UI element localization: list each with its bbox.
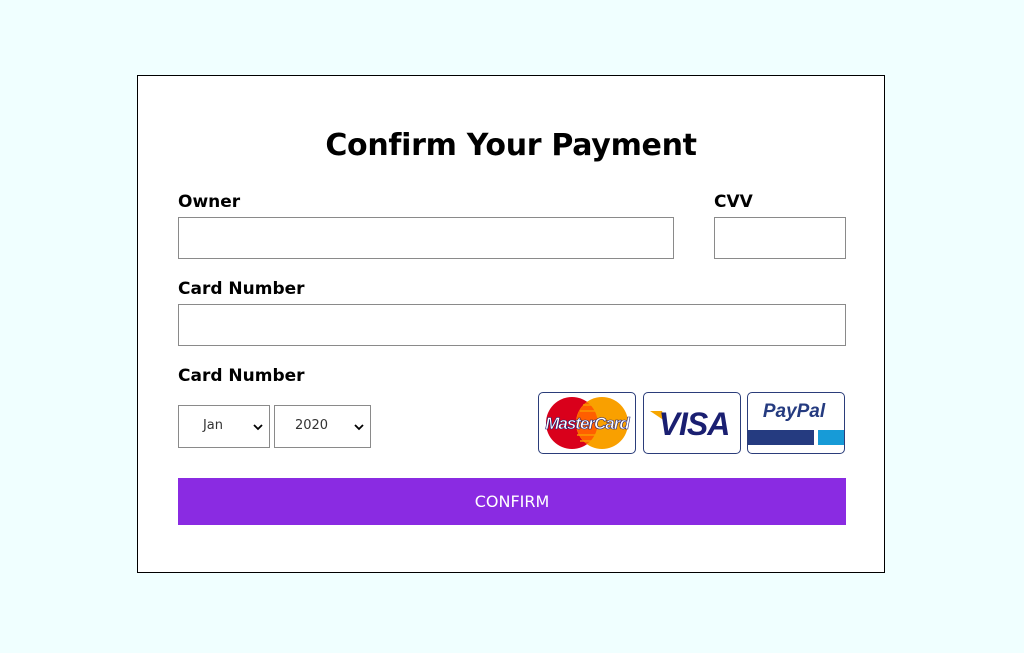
mastercard-logo-text: MasterCard [545,414,630,433]
payment-card: Confirm Your Payment Owner CVV Card Numb… [137,75,885,573]
month-select[interactable]: Jan [178,405,270,448]
year-select[interactable]: 2020 [274,405,371,448]
paypal-logo-icon: PayPal [747,392,845,454]
cvv-input[interactable] [714,217,846,259]
paypal-logo-text: PayPal [763,401,826,422]
page-title: Confirm Your Payment [325,128,697,163]
card-number-input[interactable] [178,304,846,346]
confirm-button[interactable]: CONFIRM [178,478,846,525]
mastercard-logo-icon: MasterCard [538,392,636,454]
chevron-down-icon [354,424,364,431]
chevron-down-icon [253,424,263,431]
owner-label: Owner [178,192,241,212]
card-number-label: Card Number [178,279,305,299]
cvv-label: CVV [714,192,753,212]
year-select-value: 2020 [294,418,329,433]
visa-logo-text: VISA [659,406,730,442]
visa-logo-icon: VISA [643,392,741,454]
month-select-value: Jan [202,418,224,433]
owner-input[interactable] [178,217,674,259]
expiry-label: Card Number [178,366,305,386]
